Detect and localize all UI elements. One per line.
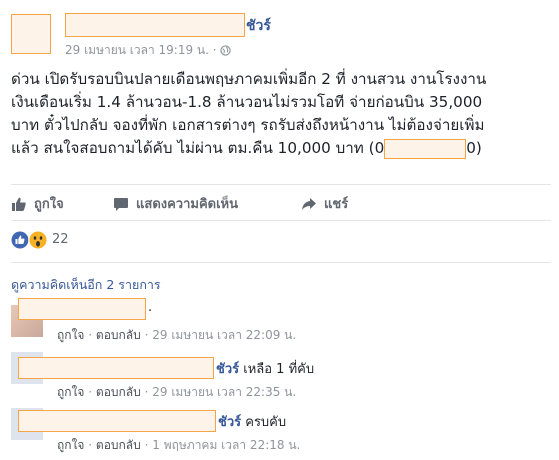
comment-author-suffix[interactable]: ชัวร์: [218, 415, 241, 430]
comment-timestamp[interactable]: 29 เมษายน เวลา 22:35 น.: [152, 385, 296, 399]
comment-actions: ถูกใจ · ตอบกลับ · 29 เมษายน เวลา 22:35 น…: [57, 383, 296, 402]
post-text-line: แล้ว สนใจสอบถามได้คับ ไม่ผ่าน ตม.คืน 10,…: [11, 137, 551, 160]
phone-number-redacted: [384, 138, 467, 159]
reactions-count[interactable]: 22: [52, 232, 69, 247]
comment-like-link[interactable]: ถูกใจ: [57, 385, 84, 399]
comment-timestamp[interactable]: 1 พฤษภาคม เวลา 22:18 น.: [152, 438, 300, 452]
thumbs-up-icon: [11, 196, 27, 212]
comment-text-row: ชัวร์ ครบคับ: [218, 411, 286, 432]
like-reaction-icon: [11, 231, 29, 253]
comment-button[interactable]: แสดงความคิดเห็น: [113, 193, 238, 214]
view-more-comments-link[interactable]: ดูความคิดเห็นอีก 2 รายการ: [11, 275, 161, 295]
like-button[interactable]: ถูกใจ: [11, 193, 64, 214]
post-author-name-redacted[interactable]: [65, 13, 245, 37]
comment-text: ครบคับ: [245, 415, 287, 430]
like-label: ถูกใจ: [34, 197, 64, 212]
reactions-bar[interactable]: [11, 230, 81, 250]
share-button[interactable]: แชร์: [301, 193, 348, 214]
share-arrow-icon: [301, 196, 317, 212]
post-body: ด่วน เปิดรับรอบบินปลายเดือนพฤษภาคมเพิ่มอ…: [11, 68, 551, 160]
comment-reply-link[interactable]: ตอบกลับ: [96, 438, 141, 452]
post-author-avatar[interactable]: [11, 14, 51, 54]
meta-separator: ·: [88, 328, 93, 342]
comment-like-link[interactable]: ถูกใจ: [57, 438, 84, 452]
comment-author-redacted[interactable]: [18, 410, 216, 432]
comment-reply-link[interactable]: ตอบกลับ: [96, 328, 141, 342]
comment-timestamp[interactable]: 29 เมษายน เวลา 22:09 น.: [152, 328, 296, 342]
comment-text-row: ชัวร์ เหลือ 1 ที่คับ: [216, 358, 314, 379]
comment-author-redacted[interactable]: [18, 298, 146, 320]
post-text-line: ด่วน เปิดรับรอบบินปลายเดือนพฤษภาคมเพิ่มอ…: [11, 70, 487, 88]
divider: [11, 220, 551, 221]
comment-text: .: [148, 300, 153, 315]
comment-actions: ถูกใจ · ตอบกลับ · 1 พฤษภาคม เวลา 22:18 น…: [57, 436, 300, 455]
comment-label: แสดงความคิดเห็น: [136, 197, 239, 212]
comment-reply-link[interactable]: ตอบกลับ: [96, 385, 141, 399]
meta-separator: ·: [88, 438, 93, 452]
wow-reaction-icon: [28, 230, 48, 254]
meta-separator: ·: [144, 328, 149, 342]
globe-icon: [220, 45, 232, 59]
post-timestamp-row: 29 เมษายน เวลา 19:19 น. ·: [65, 41, 232, 60]
divider: [11, 262, 551, 263]
post-text-line4-pre: แล้ว สนใจสอบถามได้คับ ไม่ผ่าน ตม.คืน 10,…: [11, 139, 385, 157]
comment-like-link[interactable]: ถูกใจ: [57, 328, 84, 342]
share-label: แชร์: [324, 197, 349, 212]
post-text-line4-post: 0): [466, 139, 482, 157]
post-text-line: บาท ตั๋วไปกลับ จองที่พัก เอกสารต่างๆ รถร…: [11, 116, 485, 134]
speech-bubble-icon: [113, 196, 129, 212]
meta-separator: ·: [212, 43, 217, 57]
post-timestamp[interactable]: 29 เมษายน เวลา 19:19 น.: [65, 43, 209, 57]
comment-author-redacted[interactable]: [18, 357, 214, 379]
meta-separator: ·: [144, 385, 149, 399]
post-author-name-suffix[interactable]: ชัวร์: [246, 15, 271, 37]
post-text-line: เงินเดือนเริ่ม 1.4 ล้านวอน-1.8 ล้านวอนไม…: [11, 93, 483, 111]
meta-separator: ·: [144, 438, 149, 452]
comment-author-suffix[interactable]: ชัวร์: [216, 362, 239, 377]
meta-separator: ·: [88, 385, 93, 399]
divider: [11, 184, 551, 185]
comment-text: เหลือ 1 ที่คับ: [243, 362, 315, 377]
comment-actions: ถูกใจ · ตอบกลับ · 29 เมษายน เวลา 22:09 น…: [57, 326, 296, 345]
